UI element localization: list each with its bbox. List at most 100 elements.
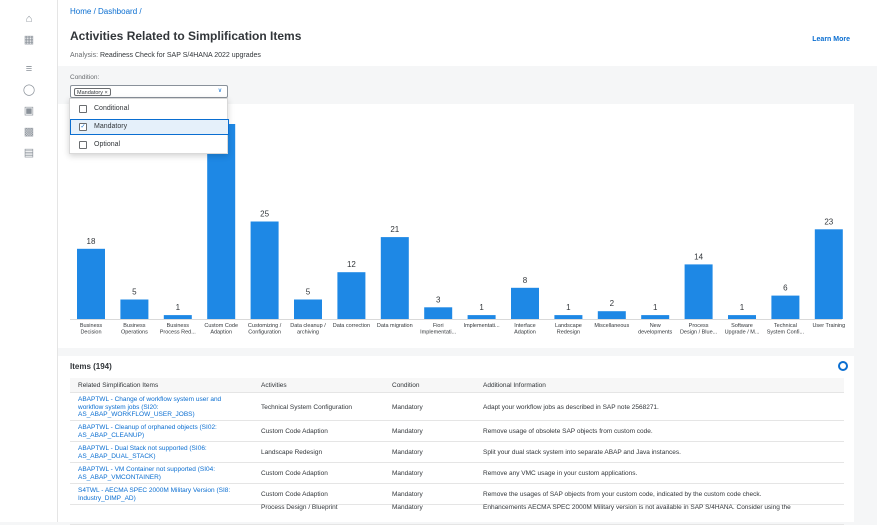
table-row[interactable]: S4TWL - AECMA SPEC 2000M Military Versio…	[70, 484, 844, 505]
info-cell: Remove any VMC usage in your custom appl…	[483, 470, 638, 477]
side-navigation-rail: ⌂ ▦ ≡ ◯ ▣ ▩ ▤	[0, 0, 58, 522]
checkbox-conditional[interactable]	[79, 105, 87, 113]
breadcrumb[interactable]: Home / Dashboard /	[70, 7, 142, 16]
settings-icon[interactable]: ◯	[22, 83, 36, 97]
activity-cell: Process Design / Blueprint	[261, 504, 338, 511]
table-header-row: Related Simplification Items Activities …	[70, 378, 844, 393]
table-row[interactable]: Process Design / Blueprint Mandatory Enhan…	[70, 504, 844, 525]
chart-bar[interactable]	[728, 315, 756, 319]
simplification-item-link[interactable]: ABAPTWL - VM Container not supported (SI…	[78, 466, 258, 481]
activity-cell: Custom Code Adaption	[261, 470, 328, 477]
analysis-subtitle: Analysis: Readiness Check for SAP S/4HAN…	[70, 52, 261, 59]
x-tick-label: Miscellaneous	[594, 323, 629, 329]
x-tick-label: Technical	[774, 323, 797, 329]
data-label: 1	[653, 303, 658, 312]
column-header[interactable]: Activities	[261, 382, 287, 389]
condition-multicombo[interactable]: Mandatory × ∨	[70, 85, 228, 98]
checkbox-mandatory[interactable]: ✓	[79, 123, 87, 131]
chart-bar[interactable]	[814, 229, 843, 319]
mandatory-token[interactable]: Mandatory ×	[74, 88, 111, 96]
chevron-down-icon[interactable]: ∨	[213, 86, 227, 97]
item-text-line: AS_ABAP_WORKFLOW_USER_JOBS)	[78, 411, 195, 418]
chart-bar[interactable]	[294, 299, 322, 320]
option-optional[interactable]: Optional	[70, 137, 229, 153]
chart-bar[interactable]	[641, 315, 670, 319]
x-tick-label: Data correction	[333, 323, 370, 329]
chart-bar[interactable]	[771, 295, 800, 319]
data-label: 3	[436, 295, 441, 304]
chart-bar[interactable]	[511, 287, 539, 319]
x-tick-label: Implementati...	[420, 330, 457, 336]
condition-cell: Mandatory	[392, 428, 423, 435]
item-text-line: ABAPTWL - Cleanup of orphaned objects (S…	[78, 424, 217, 431]
activity-cell: Technical System Configuration	[261, 404, 353, 411]
condition-label: Condition:	[70, 74, 100, 81]
chart-bar[interactable]	[380, 237, 409, 319]
simplification-item-link[interactable]: ABAPTWL - Change of workflow system user…	[78, 396, 258, 419]
column-header[interactable]: Condition	[392, 382, 419, 389]
chart-bar[interactable]	[684, 264, 713, 319]
condition-dropdown: Conditional ✓ Mandatory Optional	[69, 98, 229, 154]
items-title: Items (194)	[70, 362, 112, 371]
x-tick-label: Design / Blue...	[680, 330, 718, 336]
activity-cell: Custom Code Adaption	[261, 428, 328, 435]
data-label: 14	[694, 252, 703, 261]
item-text-line: S4TWL - AECMA SPEC 2000M Military Versio…	[78, 487, 231, 494]
data-label: 8	[523, 276, 528, 285]
activity-cell: Custom Code Adaption	[261, 491, 328, 498]
chart-bar[interactable]	[163, 315, 192, 319]
x-tick-label: Business	[123, 323, 146, 329]
table-settings-icon[interactable]	[838, 361, 848, 371]
learn-more-link[interactable]: Learn More	[812, 36, 850, 43]
table-row[interactable]: ABAPTWL - Cleanup of orphaned objects (S…	[70, 421, 844, 442]
chart-bar[interactable]	[337, 272, 366, 319]
condition-cell: Mandatory	[392, 504, 423, 511]
table-row[interactable]: ABAPTWL - Dual Stack not supported (SI06…	[70, 442, 844, 463]
x-tick-label: Data cleanup /	[290, 323, 326, 329]
table-row[interactable]: ABAPTWL - Change of workflow system user…	[70, 394, 844, 421]
info-cell: Remove the usages of SAP objects from yo…	[483, 491, 762, 498]
home-icon[interactable]: ⌂	[22, 12, 36, 26]
chart-bar[interactable]	[120, 299, 149, 320]
x-tick-label: Operations	[121, 330, 148, 336]
x-tick-label: Redesign	[557, 330, 580, 336]
option-mandatory[interactable]: ✓ Mandatory	[70, 119, 229, 135]
data-label: 25	[260, 210, 269, 219]
x-tick-label: Adaption	[210, 330, 232, 336]
data-label: 5	[306, 288, 311, 297]
column-header[interactable]: Additional Information	[483, 382, 546, 389]
data-label: 6	[783, 284, 788, 293]
chart-bar[interactable]	[424, 307, 453, 319]
item-text-line: Industry_DIMP_AD)	[78, 494, 136, 502]
option-conditional[interactable]: Conditional	[70, 101, 229, 117]
simplification-item-link[interactable]: ABAPTWL - Dual Stack not supported (SI06…	[78, 445, 258, 460]
x-tick-label: System Confi...	[767, 330, 805, 336]
condition-cell: Mandatory	[392, 470, 423, 477]
document-icon[interactable]: ▤	[22, 146, 36, 160]
chart-bar[interactable]	[554, 315, 583, 319]
page-header: Home / Dashboard / Activities Related to…	[58, 0, 877, 66]
data-label: 2	[610, 299, 615, 308]
x-tick-label: Custom Code	[204, 323, 238, 329]
checkbox-optional[interactable]	[79, 141, 87, 149]
items-table-card: Items (194) Related Simplification Items…	[58, 356, 854, 525]
chart-bar[interactable]	[467, 315, 496, 319]
data-label: 1	[566, 303, 571, 312]
calendar-icon[interactable]: ▦	[22, 33, 36, 47]
column-header[interactable]: Related Simplification Items	[78, 382, 158, 389]
chart-bar[interactable]	[250, 221, 279, 320]
activity-cell: Landscape Redesign	[261, 449, 323, 456]
chat-icon[interactable]: ▣	[22, 104, 36, 118]
chart-icon[interactable]: ▩	[22, 125, 36, 139]
item-text-line: ABAPTWL - Change of workflow system user…	[78, 396, 222, 403]
option-label: Mandatory	[94, 123, 128, 130]
chart-bar[interactable]	[597, 311, 626, 319]
item-text-line: AS_ABAP_DUAL_STACK)	[78, 452, 156, 460]
x-tick-label: Implementati...	[464, 323, 501, 329]
list-icon[interactable]: ≡	[22, 62, 36, 76]
chart-bar[interactable]	[77, 248, 105, 319]
simplification-item-link[interactable]: ABAPTWL - Cleanup of orphaned objects (S…	[78, 424, 258, 439]
table-row[interactable]: ABAPTWL - VM Container not supported (SI…	[70, 463, 844, 484]
x-tick-label: Customizing /	[248, 323, 282, 329]
simplification-item-link[interactable]: S4TWL - AECMA SPEC 2000M Military Versio…	[78, 487, 258, 502]
